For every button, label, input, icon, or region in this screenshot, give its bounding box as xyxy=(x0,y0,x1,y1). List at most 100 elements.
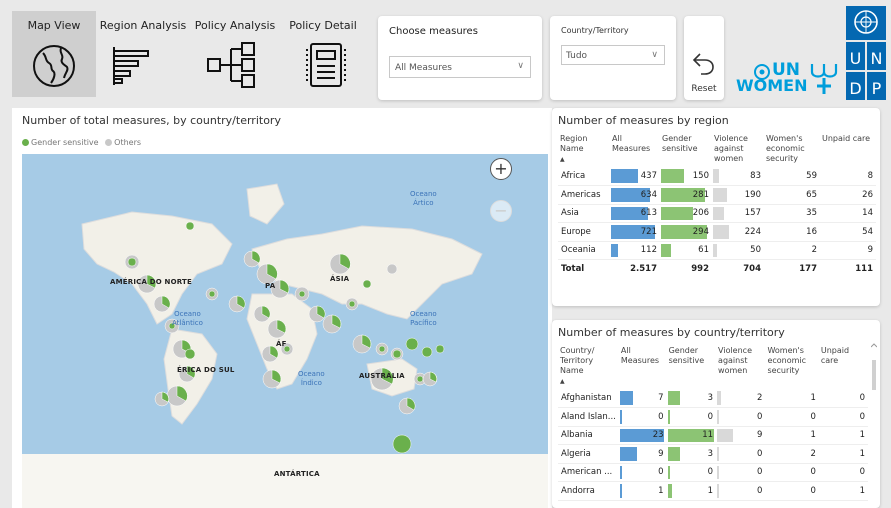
table-cell-unpaid: 1 xyxy=(818,426,868,445)
table-cell-all: 437 xyxy=(610,167,660,186)
map-ocean-pacific: Oceano Pacífico xyxy=(410,310,437,327)
table-cell-name: Africa xyxy=(558,167,610,186)
column-header[interactable]: Region Name ▲ xyxy=(558,132,610,167)
map-ocean-indian: Oceano Índico xyxy=(298,370,325,387)
document-icon xyxy=(306,43,346,87)
measures-dropdown-value: All Measures xyxy=(395,63,452,73)
table-cell-gender: 0 xyxy=(666,407,717,427)
nav-region-analysis[interactable]: Region Analysis xyxy=(96,11,190,97)
cell-data-bar xyxy=(717,484,720,498)
table-cell-gender: 206 xyxy=(660,204,712,223)
column-header[interactable]: Country/ Territory Name ▲ xyxy=(558,344,619,389)
column-header[interactable]: Violence against women xyxy=(716,344,765,389)
table-row[interactable]: Oceania 112 61 50 2 9 xyxy=(558,241,876,260)
table-total-row: Total 2.517 992 704 177 111 xyxy=(558,259,876,278)
reset-button[interactable]: Reset xyxy=(684,16,724,100)
table-cell-economic: 1 xyxy=(765,389,819,408)
table-cell-violence: 224 xyxy=(712,222,764,242)
cell-data-bar xyxy=(619,465,622,479)
column-header[interactable]: Women's economic security xyxy=(764,132,820,167)
column-header[interactable]: All Measures xyxy=(610,132,660,167)
table-cell-economic: 0 xyxy=(765,481,819,501)
table-cell-economic: 65 xyxy=(764,185,820,205)
cell-data-bar xyxy=(717,410,720,424)
table-row[interactable]: Americas 634 281 190 65 26 xyxy=(558,185,876,205)
cell-data-bar xyxy=(661,243,671,257)
table-cell-violence: 0 xyxy=(716,463,766,482)
table-cell-all: 23 xyxy=(618,426,667,445)
nav-policy-analysis-label: Policy Analysis xyxy=(194,19,276,32)
table-row[interactable]: American ... 0 0 0 0 0 xyxy=(558,463,868,482)
table-cell-all: 9 xyxy=(618,444,667,464)
column-header[interactable]: Unpaid care xyxy=(820,132,876,167)
plus-icon: + xyxy=(494,159,508,178)
table-row[interactable]: Aland Islan... 0 0 0 0 0 xyxy=(558,407,868,427)
legend-others-dot xyxy=(105,139,113,146)
sort-arrow-icon: ▲ xyxy=(560,378,565,385)
table-row[interactable]: Albania 23 11 9 1 1 xyxy=(558,426,868,445)
map-label-south-america: ÉRICA DO SUL xyxy=(177,366,235,374)
scrollbar[interactable] xyxy=(871,342,877,502)
table-cell-all: 1 xyxy=(618,481,667,501)
total-cell-unpaid: 111 xyxy=(820,259,876,278)
table-cell-unpaid: 1 xyxy=(818,444,868,464)
column-header[interactable]: All Measures xyxy=(619,344,667,389)
table-cell-unpaid: 0 xyxy=(818,389,868,408)
table-cell-unpaid: 54 xyxy=(820,222,876,242)
table-row[interactable]: Europe 721 294 224 16 54 xyxy=(558,222,876,242)
column-header[interactable]: Violence against women xyxy=(712,132,764,167)
cell-data-bar xyxy=(611,243,618,257)
nav-policy-analysis[interactable]: Policy Analysis xyxy=(190,11,280,97)
cell-data-bar xyxy=(619,410,622,424)
undp-letter: U xyxy=(850,49,862,68)
table-row[interactable]: Andorra 1 1 0 0 1 xyxy=(558,481,868,501)
table-row[interactable]: Afghanistan 7 3 2 1 0 xyxy=(558,389,868,408)
total-cell-gender: 992 xyxy=(660,259,712,278)
total-cell-all: 2.517 xyxy=(610,259,660,278)
zoom-out-button[interactable]: − xyxy=(490,200,512,222)
tree-diagram-icon xyxy=(207,42,255,88)
country-filter-title: Country/Territory xyxy=(561,26,629,35)
undo-arrow-icon xyxy=(692,53,714,75)
cell-data-bar xyxy=(717,391,721,405)
map-title: Number of total measures, by country/ter… xyxy=(22,114,281,127)
country-dropdown[interactable]: Tudo ∨ xyxy=(561,45,665,65)
country-table-panel: Number of measures by country/territory … xyxy=(552,320,880,508)
bar-chart-icon xyxy=(113,47,149,85)
column-header[interactable]: Unpaid care xyxy=(819,344,868,389)
column-header[interactable]: Gender sensitive xyxy=(667,344,716,389)
zoom-in-button[interactable]: + xyxy=(490,158,512,180)
table-cell-economic: 16 xyxy=(764,222,820,242)
column-header[interactable]: Gender sensitive xyxy=(660,132,712,167)
measures-dropdown[interactable]: All Measures ∨ xyxy=(389,56,531,78)
nav-policy-detail[interactable]: Policy Detail xyxy=(284,11,362,97)
table-row[interactable]: Africa 437 150 83 59 8 xyxy=(558,167,876,186)
nav-map-view[interactable]: Map View xyxy=(12,11,96,97)
table-cell-economic: 0 xyxy=(765,407,819,427)
undp-letter: D xyxy=(849,79,861,98)
table-cell-unpaid: 1 xyxy=(818,481,868,501)
table-cell-gender: 150 xyxy=(660,167,712,186)
cell-data-bar xyxy=(619,391,634,405)
table-cell-all: 613 xyxy=(610,204,660,223)
chevron-down-icon: ∨ xyxy=(651,50,658,60)
table-cell-violence: 0 xyxy=(716,407,766,427)
cell-data-bar xyxy=(667,447,681,461)
legend-gender-label: Gender sensitive xyxy=(31,138,99,147)
minus-icon: − xyxy=(494,201,508,220)
table-row[interactable]: Asia 613 206 157 35 14 xyxy=(558,204,876,223)
undp-letter: N xyxy=(871,49,883,68)
cell-data-bar xyxy=(713,225,729,239)
table-cell-unpaid: 0 xyxy=(818,463,868,482)
table-cell-economic: 2 xyxy=(765,444,819,464)
world-map[interactable]: AMÉRICA DO NORTE ÉRICA DO SUL ÁSIA PA ÁF… xyxy=(22,154,548,508)
map-ocean-arctic: Oceano Ártico xyxy=(410,190,437,207)
country-dropdown-value: Tudo xyxy=(566,51,588,61)
column-header[interactable]: Women's economic security xyxy=(765,344,818,389)
cell-data-bar xyxy=(717,428,734,442)
map-label-europe: PA xyxy=(265,282,276,290)
undp-logo: U N D P xyxy=(844,4,888,102)
table-cell-violence: 0 xyxy=(716,444,766,464)
table-row[interactable]: Algeria 9 3 0 2 1 xyxy=(558,444,868,464)
un-women-logo-text: WOMEN xyxy=(736,76,808,95)
